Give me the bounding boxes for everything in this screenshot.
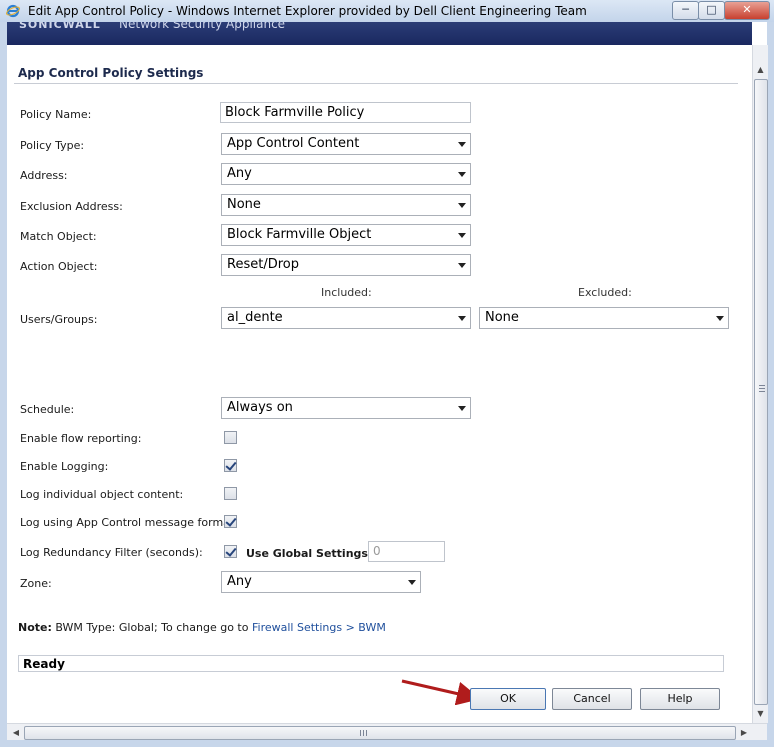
match-object-select[interactable]: Block Farmville Object xyxy=(221,224,471,246)
zone-select[interactable]: Any xyxy=(221,571,421,593)
chevron-down-icon xyxy=(458,142,466,147)
header-subtitle: Network Security Appliance xyxy=(119,22,286,31)
zone-label: Zone: xyxy=(20,577,52,590)
note-text: BWM Type: Global; To change go to xyxy=(51,621,252,634)
users-included-value: al_dente xyxy=(227,310,283,325)
scroll-up-arrow-icon[interactable]: ▲ xyxy=(754,63,767,77)
use-global-settings-checkbox[interactable] xyxy=(224,545,237,558)
vertical-scroll-thumb[interactable] xyxy=(754,79,768,705)
chevron-down-icon xyxy=(458,316,466,321)
chevron-down-icon xyxy=(716,316,724,321)
enable-logging-checkbox[interactable] xyxy=(224,459,237,472)
window-titlebar: Edit App Control Policy - Windows Intern… xyxy=(0,0,774,22)
window-frame-right xyxy=(767,22,774,747)
scroll-grip-icon xyxy=(360,730,368,736)
chevron-down-icon xyxy=(458,172,466,177)
enable-flow-reporting-label: Enable flow reporting: xyxy=(20,432,142,445)
window-frame-bottom xyxy=(0,740,774,747)
action-object-label: Action Object: xyxy=(20,260,98,273)
sonicwall-logo: SONICWALL xyxy=(19,22,101,31)
log-individual-object-content-label: Log individual object content: xyxy=(20,488,184,501)
enable-flow-reporting-checkbox[interactable] xyxy=(224,431,237,444)
address-select[interactable]: Any xyxy=(221,163,471,185)
users-excluded-value: None xyxy=(485,310,519,325)
scroll-right-arrow-icon[interactable]: ▶ xyxy=(737,726,751,739)
internet-explorer-icon xyxy=(6,4,20,18)
users-included-select[interactable]: al_dente xyxy=(221,307,471,329)
appliance-header: SONICWALL Network Security Appliance xyxy=(7,22,752,45)
scroll-down-arrow-icon[interactable]: ▼ xyxy=(754,707,767,721)
horizontal-scrollbar[interactable]: ◀ ▶ xyxy=(7,723,767,741)
chevron-down-icon xyxy=(458,233,466,238)
firewall-settings-bwm-link[interactable]: Firewall Settings > BWM xyxy=(252,621,386,634)
scroll-grip-icon xyxy=(759,385,765,393)
match-object-label: Match Object: xyxy=(20,230,97,243)
schedule-value: Always on xyxy=(227,400,293,415)
action-object-value: Reset/Drop xyxy=(227,257,299,272)
exclusion-address-value: None xyxy=(227,197,261,212)
chevron-down-icon xyxy=(458,263,466,268)
status-bar: Ready xyxy=(18,655,724,672)
users-excluded-select[interactable]: None xyxy=(479,307,729,329)
note-prefix: Note: xyxy=(18,621,52,634)
redundancy-seconds-input[interactable]: 0 xyxy=(368,541,445,562)
minimize-button[interactable]: ─ xyxy=(672,1,699,20)
enable-logging-label: Enable Logging: xyxy=(20,460,109,473)
cancel-button[interactable]: Cancel xyxy=(552,688,632,710)
use-global-settings-label: Use Global Settings xyxy=(246,547,368,560)
schedule-select[interactable]: Always on xyxy=(221,397,471,419)
window-title: Edit App Control Policy - Windows Intern… xyxy=(28,4,587,18)
chevron-down-icon xyxy=(408,580,416,585)
log-app-control-format-label: Log using App Control message format: xyxy=(20,516,238,529)
policy-name-input[interactable]: Block Farmville Policy xyxy=(220,102,471,123)
policy-type-label: Policy Type: xyxy=(20,139,85,152)
zone-value: Any xyxy=(227,574,252,589)
maximize-button[interactable]: □ xyxy=(698,1,725,20)
address-value: Any xyxy=(227,166,252,181)
action-object-select[interactable]: Reset/Drop xyxy=(221,254,471,276)
help-button[interactable]: Help xyxy=(640,688,720,710)
log-redundancy-filter-label: Log Redundancy Filter (seconds): xyxy=(20,546,203,559)
status-text: Ready xyxy=(23,657,65,671)
exclusion-address-select[interactable]: None xyxy=(221,194,471,216)
excluded-header: Excluded: xyxy=(578,286,632,299)
close-button[interactable]: ✕ xyxy=(724,1,770,20)
ok-button[interactable]: OK xyxy=(470,688,546,710)
chevron-down-icon xyxy=(458,203,466,208)
section-title: App Control Policy Settings xyxy=(18,66,204,80)
policy-type-select[interactable]: App Control Content xyxy=(221,133,471,155)
chevron-down-icon xyxy=(458,406,466,411)
log-individual-object-content-checkbox[interactable] xyxy=(224,487,237,500)
scroll-left-arrow-icon[interactable]: ◀ xyxy=(9,726,23,739)
included-header: Included: xyxy=(321,286,372,299)
section-divider xyxy=(14,83,738,84)
log-app-control-format-checkbox[interactable] xyxy=(224,515,237,528)
horizontal-scroll-thumb[interactable] xyxy=(24,726,736,740)
window-frame-left xyxy=(0,22,7,747)
policy-type-value: App Control Content xyxy=(227,136,360,151)
vertical-scrollbar[interactable]: ▲ ▼ xyxy=(752,45,768,723)
bwm-note: Note: BWM Type: Global; To change go to … xyxy=(18,621,386,634)
users-groups-label: Users/Groups: xyxy=(20,313,98,326)
address-label: Address: xyxy=(20,169,68,182)
policy-name-label: Policy Name: xyxy=(20,108,92,121)
match-object-value: Block Farmville Object xyxy=(227,227,372,242)
exclusion-address-label: Exclusion Address: xyxy=(20,200,123,213)
schedule-label: Schedule: xyxy=(20,403,75,416)
